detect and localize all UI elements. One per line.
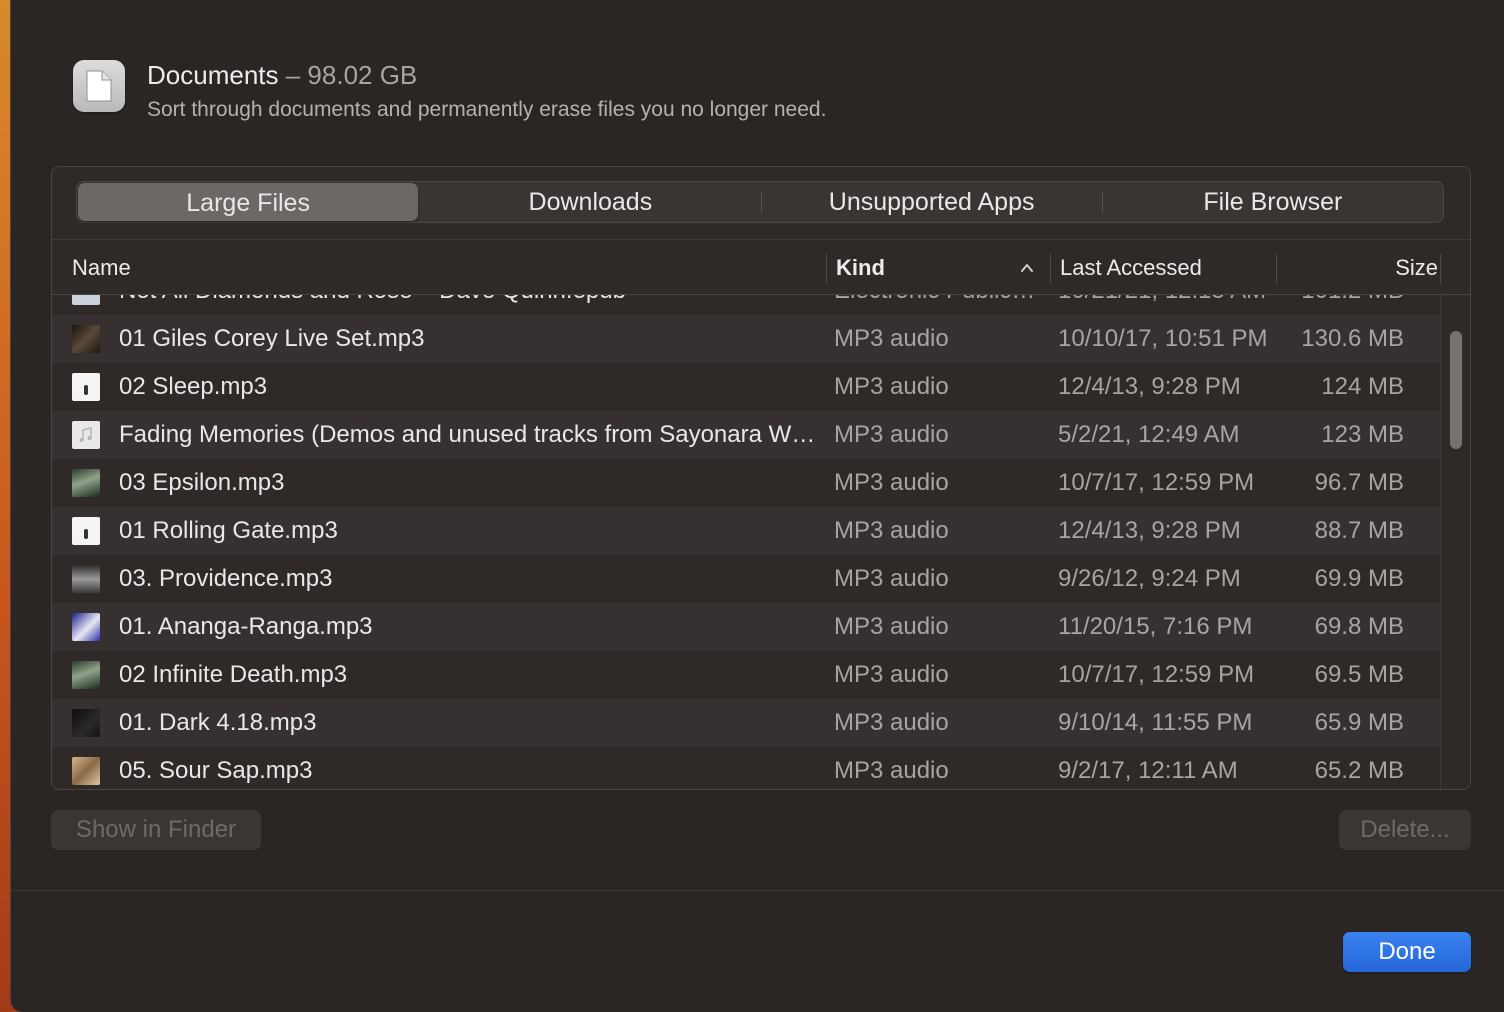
file-kind: MP3 audio <box>834 469 949 496</box>
album-art-thumbnail <box>72 373 100 401</box>
file-date: 10/21/21, 12:15 AM <box>1058 295 1278 315</box>
file-kind: MP3 audio <box>834 757 949 784</box>
tab-downloads[interactable]: Downloads <box>420 182 760 222</box>
file-name: 03. Providence.mp3 <box>119 565 333 592</box>
tab-file-browser[interactable]: File Browser <box>1103 182 1443 222</box>
file-name: 02 Sleep.mp3 <box>119 373 268 400</box>
file-size: 101.2 MB <box>1254 295 1404 315</box>
table-row[interactable]: 01 Giles Corey Live Set.mp3 MP3 audio 10… <box>52 315 1442 363</box>
file-size: 65.2 MB <box>1314 757 1404 784</box>
file-date: 12/4/13, 9:28 PM <box>1058 517 1241 544</box>
file-name: 02 Infinite Death.mp3 <box>119 661 348 688</box>
tab-unsupported-apps[interactable]: Unsupported Apps <box>762 182 1102 222</box>
table-row[interactable]: 03. Providence.mp3 MP3 audio 9/26/12, 9:… <box>52 555 1442 603</box>
scrollbar-track[interactable] <box>1440 295 1470 789</box>
file-size: 124 MB <box>1321 373 1404 400</box>
column-separator[interactable] <box>826 254 827 284</box>
file-size: 69.9 MB <box>1314 565 1404 592</box>
album-art-thumbnail <box>72 613 100 641</box>
column-header-size[interactable]: Size <box>1288 240 1438 296</box>
file-date: 11/20/15, 7:16 PM <box>1058 613 1253 640</box>
file-date: 10/10/17, 10:51 PM <box>1058 325 1268 352</box>
done-button[interactable]: Done <box>1343 932 1471 972</box>
column-header-name[interactable]: Name <box>72 240 772 296</box>
file-size: 88.7 MB <box>1314 517 1404 544</box>
album-art-thumbnail <box>72 757 100 785</box>
column-separator[interactable] <box>1440 254 1441 284</box>
file-date: 12/4/13, 9:28 PM <box>1058 373 1241 400</box>
file-name: Fading Memories (Demos and unused tracks… <box>119 421 819 448</box>
footer-divider <box>11 890 1504 891</box>
column-header-kind[interactable]: Kind <box>836 240 1036 296</box>
album-art-thumbnail <box>72 709 100 737</box>
ebook-thumbnail <box>72 295 100 305</box>
file-date: 10/7/17, 12:59 PM <box>1058 661 1255 688</box>
title-text: Documents <box>147 60 279 90</box>
figure-mark <box>84 529 88 539</box>
file-name: Not All Diamonds and Rose – Dave Quinn.e… <box>119 295 819 315</box>
table-row[interactable]: 03 Epsilon.mp3 MP3 audio 10/7/17, 12:59 … <box>52 459 1442 507</box>
file-list: Not All Diamonds and Rose – Dave Quinn.e… <box>52 295 1442 789</box>
album-art-thumbnail <box>72 661 100 689</box>
file-kind: MP3 audio <box>834 517 949 544</box>
file-name: 01. Ananga-Ranga.mp3 <box>119 613 373 640</box>
files-panel: Large Files Downloads Unsupported Apps F… <box>51 166 1471 790</box>
file-date: 9/26/12, 9:24 PM <box>1058 565 1241 592</box>
title-size: 98.02 GB <box>307 60 418 90</box>
column-header-last-accessed[interactable]: Last Accessed <box>1060 240 1270 296</box>
album-art-thumbnail <box>72 469 100 497</box>
file-name: 01 Rolling Gate.mp3 <box>119 517 338 544</box>
file-kind: MP3 audio <box>834 613 949 640</box>
tab-large-files[interactable]: Large Files <box>78 183 419 221</box>
file-size: 69.8 MB <box>1314 613 1404 640</box>
column-separator[interactable] <box>1276 254 1277 284</box>
album-art-thumbnail <box>72 517 100 545</box>
file-kind: MP3 audio <box>834 373 949 400</box>
file-name: 03 Epsilon.mp3 <box>119 469 285 496</box>
file-name: 01 Giles Corey Live Set.mp3 <box>119 325 425 352</box>
title-separator: – <box>278 60 308 90</box>
page-title: Documents – 98.02 GB <box>147 60 417 91</box>
column-separator[interactable] <box>1050 254 1051 284</box>
music-note-icon <box>72 421 100 449</box>
file-kind: Electronic Publication <box>834 295 1044 315</box>
table-row[interactable]: 02 Infinite Death.mp3 MP3 audio 10/7/17,… <box>52 651 1442 699</box>
file-kind: MP3 audio <box>834 421 949 448</box>
table-header: Name Kind Last Accessed Size <box>52 239 1470 296</box>
table-row[interactable]: 05. Sour Sap.mp3 MP3 audio 9/2/17, 12:11… <box>52 747 1442 789</box>
file-kind: MP3 audio <box>834 325 949 352</box>
file-date: 5/2/21, 12:49 AM <box>1058 421 1240 448</box>
table-row[interactable]: Fading Memories (Demos and unused tracks… <box>52 411 1442 459</box>
file-size: 69.5 MB <box>1314 661 1404 688</box>
table-row[interactable]: 01 Rolling Gate.mp3 MP3 audio 12/4/13, 9… <box>52 507 1442 555</box>
table-row[interactable]: 01. Ananga-Ranga.mp3 MP3 audio 11/20/15,… <box>52 603 1442 651</box>
page-subtitle: Sort through documents and permanently e… <box>147 98 827 121</box>
album-art-thumbnail <box>72 325 100 353</box>
scrollbar-thumb[interactable] <box>1450 331 1462 449</box>
file-kind: MP3 audio <box>834 565 949 592</box>
file-size: 65.9 MB <box>1314 709 1404 736</box>
file-kind: MP3 audio <box>834 661 949 688</box>
show-in-finder-button[interactable]: Show in Finder <box>51 810 261 850</box>
table-row[interactable]: Not All Diamonds and Rose – Dave Quinn.e… <box>52 295 1442 315</box>
chevron-up-icon[interactable] <box>1020 262 1034 274</box>
file-name: 05. Sour Sap.mp3 <box>119 757 313 784</box>
album-art-thumbnail <box>72 565 100 593</box>
file-date: 9/2/17, 12:11 AM <box>1058 757 1238 784</box>
file-date: 10/7/17, 12:59 PM <box>1058 469 1255 496</box>
storage-sheet: Documents – 98.02 GB Sort through docume… <box>10 0 1504 1012</box>
table-row[interactable]: 01. Dark 4.18.mp3 MP3 audio 9/10/14, 11:… <box>52 699 1442 747</box>
delete-button[interactable]: Delete... <box>1339 810 1471 850</box>
file-size: 96.7 MB <box>1314 469 1404 496</box>
file-size: 130.6 MB <box>1301 325 1404 352</box>
file-kind: MP3 audio <box>834 709 949 736</box>
file-name: 01. Dark 4.18.mp3 <box>119 709 317 736</box>
file-size: 123 MB <box>1321 421 1404 448</box>
figure-mark <box>84 385 88 395</box>
segmented-control: Large Files Downloads Unsupported Apps F… <box>76 181 1444 223</box>
file-date: 9/10/14, 11:55 PM <box>1058 709 1253 736</box>
table-row[interactable]: 02 Sleep.mp3 MP3 audio 12/4/13, 9:28 PM … <box>52 363 1442 411</box>
document-icon <box>73 60 125 112</box>
